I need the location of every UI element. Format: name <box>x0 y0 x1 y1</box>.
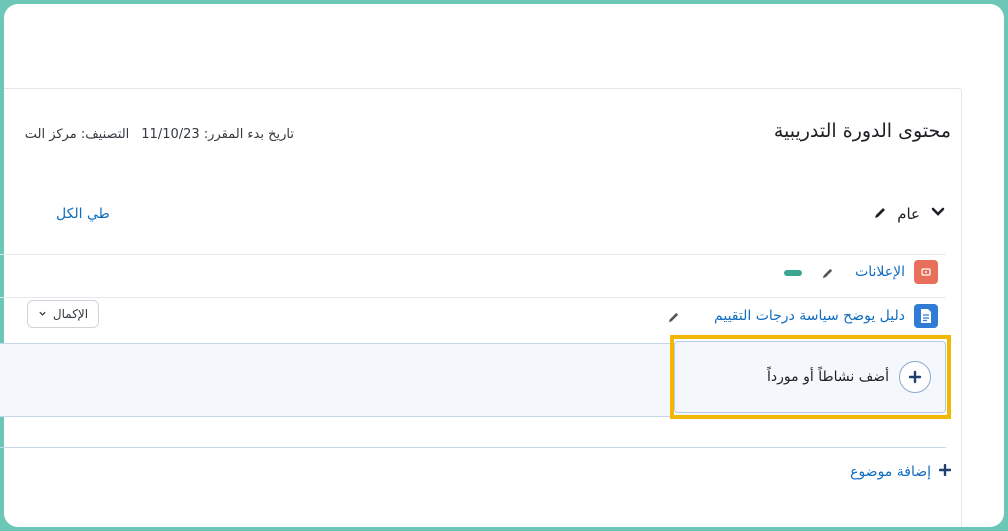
completion-label: الإكمال <box>52 307 89 321</box>
section-divider <box>0 447 946 448</box>
course-start-date: تاريخ بدء المقرر: 11/10/23 <box>141 127 294 142</box>
completion-dropdown-button[interactable]: الإكمال <box>27 300 99 328</box>
course-meta: تاريخ بدء المقرر: 11/10/23 التصنيف: مركز … <box>4 127 294 142</box>
add-topic-button[interactable]: إضافة موضوع <box>850 463 952 480</box>
course-category: التصنيف: مركز الت <box>24 127 130 142</box>
edit-pencil-icon[interactable] <box>873 205 887 224</box>
collapse-all-link[interactable]: طي الكل <box>56 206 110 222</box>
activity-link-announcements[interactable]: الإعلانات <box>855 264 905 280</box>
activity-row-announcements <box>0 254 946 297</box>
page-title: محتوى الدورة التدريبية <box>773 120 951 142</box>
plus-icon <box>938 463 952 480</box>
add-activity-button[interactable]: أضف نشاطاً أو مورداً <box>674 341 946 413</box>
add-activity-label: أضف نشاطاً أو مورداً <box>767 369 889 385</box>
announcements-icon <box>914 260 938 284</box>
document-icon <box>914 304 938 328</box>
edit-pencil-icon[interactable] <box>821 265 834 284</box>
chevron-down-icon <box>38 307 47 321</box>
visibility-badge <box>784 270 802 276</box>
activity-link-grading-guide[interactable]: دليل يوضح سياسة درجات التقييم <box>714 308 905 324</box>
edit-pencil-icon[interactable] <box>667 309 680 328</box>
chevron-down-icon[interactable] <box>930 204 946 224</box>
add-topic-label: إضافة موضوع <box>850 464 931 480</box>
section-title: عام <box>897 205 920 223</box>
section-header[interactable]: عام <box>873 204 946 224</box>
plus-circle-icon <box>899 361 931 393</box>
